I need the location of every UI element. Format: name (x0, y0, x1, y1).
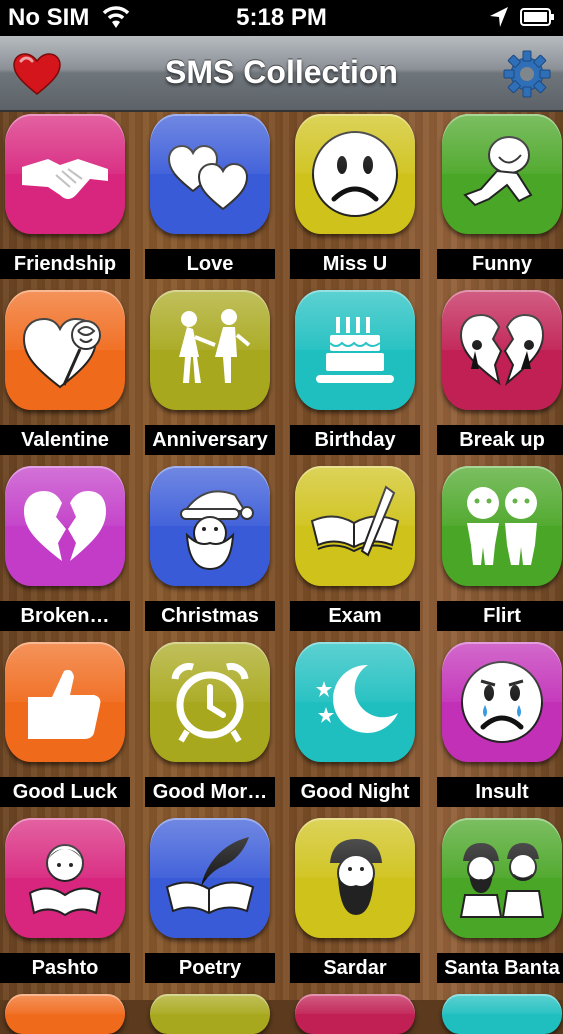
moon-stars-icon (316, 664, 398, 733)
tile (295, 818, 415, 938)
category-good-night[interactable]: Good Night (290, 642, 420, 812)
category-valentine[interactable]: Valentine (0, 290, 130, 460)
navigation-bar: SMS Collection (0, 36, 563, 112)
santa-icon (180, 490, 254, 571)
category-label: Christmas (145, 601, 275, 631)
santa-banta-icon (459, 843, 545, 918)
category-label: Exam (290, 601, 420, 631)
tile (295, 114, 415, 234)
kids-icon (467, 487, 537, 565)
category-christmas[interactable]: Christmas (145, 466, 275, 636)
category-label: Birthday (290, 425, 420, 455)
tile (442, 114, 562, 234)
category-pashto[interactable]: Pashto (0, 818, 130, 988)
category-label: Pashto (0, 953, 130, 983)
tile (295, 290, 415, 410)
category-santa-banta[interactable]: Santa Banta (437, 818, 563, 988)
tile (150, 114, 270, 234)
location-arrow-icon (490, 7, 508, 27)
category-label: Poetry (145, 953, 275, 983)
category-label: Good Mor… (145, 777, 275, 807)
tile (442, 290, 562, 410)
thumbs-up-icon (28, 669, 101, 739)
tile (442, 466, 562, 586)
cake-icon (316, 317, 394, 383)
laughing-man-icon (463, 136, 533, 207)
tile (150, 466, 270, 586)
category-label: Broken… (0, 601, 130, 631)
tile (5, 818, 125, 938)
broken-heart-icon (24, 491, 106, 561)
heart-rose-icon (22, 317, 101, 389)
category-label: Good Night (290, 777, 420, 807)
category-label: Break up (437, 425, 563, 455)
category-insult[interactable]: Insult (437, 642, 563, 812)
sardar-icon (330, 839, 382, 915)
sad-face-icon (312, 131, 398, 217)
alarm-clock-icon (171, 662, 249, 743)
tile (150, 818, 270, 938)
tile-partial (442, 994, 562, 1034)
tile (150, 642, 270, 762)
category-label: Valentine (0, 425, 130, 455)
category-sardar[interactable]: Sardar (290, 818, 420, 988)
crying-face-icon (461, 661, 543, 743)
reading-boy-icon (28, 844, 102, 917)
category-grid: Friendship Love Miss U Funny Valentine A… (0, 112, 563, 1034)
tile (5, 466, 125, 586)
category-flirt[interactable]: Flirt (437, 466, 563, 636)
tile-partial (5, 994, 125, 1034)
category-miss-u[interactable]: Miss U (290, 114, 420, 284)
tile (442, 818, 562, 938)
tile-partial (295, 994, 415, 1034)
book-pen-icon (310, 485, 400, 557)
couple-icon (179, 309, 251, 383)
category-funny[interactable]: Funny (437, 114, 563, 284)
category-label: Love (145, 249, 275, 279)
category-love[interactable]: Love (145, 114, 275, 284)
settings-gear-icon[interactable] (502, 49, 552, 99)
category-good-morning[interactable]: Good Mor… (145, 642, 275, 812)
two-hearts-icon (167, 144, 249, 211)
category-break-up[interactable]: Break up (437, 290, 563, 460)
category-label: Santa Banta (437, 953, 563, 983)
quill-book-icon (165, 837, 255, 915)
tile (5, 114, 125, 234)
status-bar: No SIM 5:18 PM (0, 0, 563, 36)
tile (442, 642, 562, 762)
category-label: Insult (437, 777, 563, 807)
category-label: Anniversary (145, 425, 275, 455)
category-exam[interactable]: Exam (290, 466, 420, 636)
category-birthday[interactable]: Birthday (290, 290, 420, 460)
category-label: Funny (437, 249, 563, 279)
page-title: SMS Collection (165, 54, 398, 90)
category-label: Miss U (290, 249, 420, 279)
category-broken[interactable]: Broken… (0, 466, 130, 636)
category-label: Friendship (0, 249, 130, 279)
tile (5, 642, 125, 762)
category-anniversary[interactable]: Anniversary (145, 290, 275, 460)
tile (150, 290, 270, 410)
category-friendship[interactable]: Friendship (0, 114, 130, 284)
tile-partial (150, 994, 270, 1034)
tile (295, 466, 415, 586)
category-label: Good Luck (0, 777, 130, 807)
broken-heart-couple-icon (459, 313, 545, 387)
tile (295, 642, 415, 762)
battery-icon (520, 8, 554, 26)
clock-time: 5:18 PM (236, 4, 327, 31)
handshake-icon (22, 159, 108, 199)
category-poetry[interactable]: Poetry (145, 818, 275, 988)
category-label: Sardar (290, 953, 420, 983)
tile (5, 290, 125, 410)
category-good-luck[interactable]: Good Luck (0, 642, 130, 812)
category-label: Flirt (437, 601, 563, 631)
